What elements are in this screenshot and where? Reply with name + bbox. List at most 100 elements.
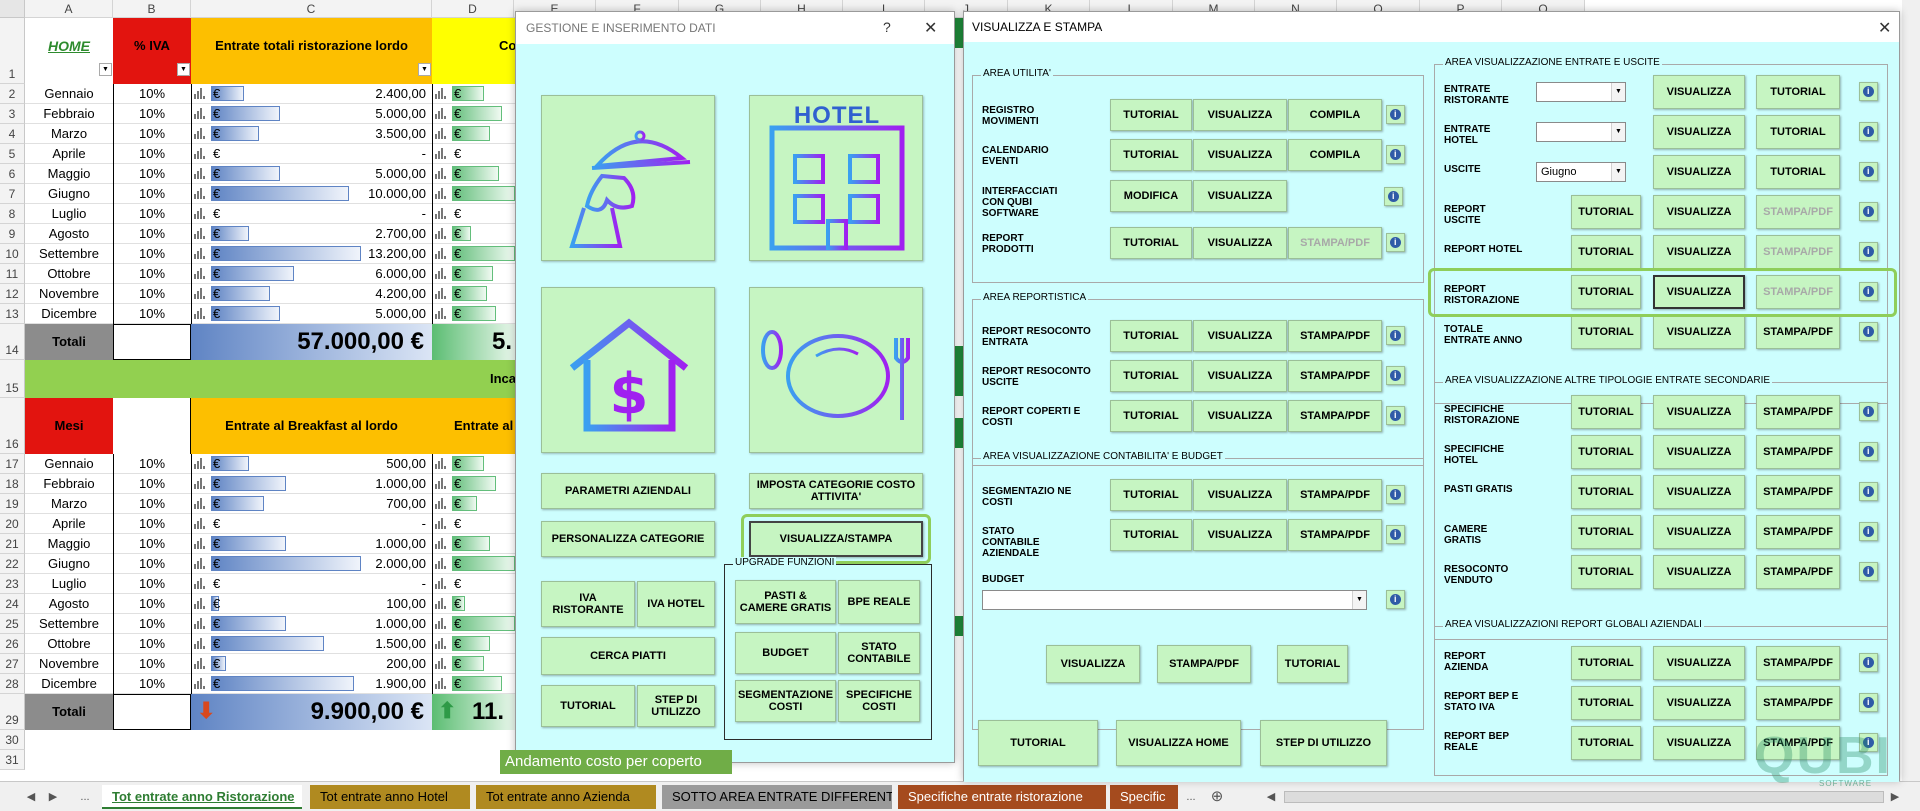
total-col-d-cell[interactable]: 5. xyxy=(432,324,515,360)
info-button[interactable]: i xyxy=(1859,162,1878,181)
iva-cell[interactable]: 10% xyxy=(113,204,191,224)
stampa-pdf-button[interactable]: STAMPA/PDF xyxy=(1756,686,1840,720)
amount-cell[interactable]: €2.700,00 xyxy=(191,224,432,244)
month-cell[interactable]: Dicembre xyxy=(25,674,113,694)
tab-sotto-area[interactable]: SOTTO AREA ENTRATE DIFFERENTI xyxy=(662,785,892,809)
stampa-pdf-button[interactable]: STAMPA/PDF xyxy=(1288,320,1382,352)
col-d-cell[interactable]: € xyxy=(432,494,515,514)
info-button[interactable]: i xyxy=(1859,653,1878,672)
visualizza-button[interactable]: VISUALIZZA xyxy=(1193,360,1287,392)
iva-cell[interactable]: 10% xyxy=(113,554,191,574)
visualizza-home-button[interactable]: VISUALIZZA HOME xyxy=(1116,720,1241,766)
visualizza-button[interactable]: VISUALIZZA xyxy=(1193,180,1287,212)
iva-cell[interactable]: 10% xyxy=(113,284,191,304)
imposta-categorie-button[interactable]: IMPOSTA CATEGORIE COSTO ATTIVITA' xyxy=(749,473,923,509)
budget-visualizza-button[interactable]: VISUALIZZA xyxy=(1046,645,1140,683)
amount-cell[interactable]: €2.000,00 xyxy=(191,554,432,574)
visualizza-button[interactable]: VISUALIZZA xyxy=(1653,515,1745,549)
amount-cell[interactable]: €100,00 xyxy=(191,594,432,614)
iva-cell[interactable]: 10% xyxy=(113,454,191,474)
money-house-tile-button[interactable]: $ xyxy=(541,287,715,453)
col-d-header-cell[interactable]: Co xyxy=(432,18,515,84)
iva-cell[interactable]: 10% xyxy=(113,614,191,634)
col-d-cell[interactable]: € xyxy=(432,514,515,534)
visualizza-button[interactable]: VISUALIZZA xyxy=(1193,99,1287,131)
visualizza-button[interactable]: VISUALIZZA xyxy=(1193,139,1287,171)
tutorial-button[interactable]: TUTORIAL xyxy=(1756,75,1840,109)
info-button[interactable]: i xyxy=(1386,406,1405,425)
iva-ristorante-button[interactable]: IVA RISTORANTE xyxy=(541,581,635,627)
stampa-pdf-button[interactable]: STAMPA/PDF xyxy=(1756,555,1840,589)
filter-dropdown-icon[interactable]: ▼ xyxy=(177,63,190,76)
month-cell[interactable]: Settembre xyxy=(25,244,113,264)
amount-cell[interactable]: €6.000,00 xyxy=(191,264,432,284)
row-header[interactable]: 16 xyxy=(0,398,25,454)
amount-cell[interactable]: €1.900,00 xyxy=(191,674,432,694)
tutorial-button[interactable]: TUTORIAL xyxy=(1571,686,1641,720)
info-button[interactable]: i xyxy=(1386,485,1405,504)
personalizza-categorie-button[interactable]: PERSONALIZZA CATEGORIE xyxy=(541,521,715,557)
total-entrate-cell[interactable]: 57.000,00 € xyxy=(191,324,432,360)
iva-cell[interactable]: 10% xyxy=(113,104,191,124)
tab-next-icon[interactable]: ▶ xyxy=(44,786,62,808)
col-d-cell[interactable]: € xyxy=(432,534,515,554)
col-d-cell[interactable]: € xyxy=(432,614,515,634)
row-header[interactable]: 15 xyxy=(0,360,25,398)
budget-tutorial-button[interactable]: TUTORIAL xyxy=(1277,645,1348,683)
dialog-visualizza-close-icon[interactable]: ✕ xyxy=(1878,18,1891,38)
col-d-cell[interactable]: € xyxy=(432,204,515,224)
entrate-select[interactable]: ▼ xyxy=(1536,122,1626,142)
visualizza-button[interactable]: VISUALIZZA xyxy=(1653,475,1745,509)
row-header[interactable]: 20 xyxy=(0,514,25,534)
hscroll-right-icon[interactable]: ▶ xyxy=(1886,786,1904,808)
info-button[interactable]: i xyxy=(1859,122,1878,141)
bpe-reale-button[interactable]: BPE REALE xyxy=(838,580,920,624)
tutorial-button[interactable]: TUTORIAL xyxy=(1110,227,1192,259)
info-button[interactable]: i xyxy=(1859,522,1878,541)
month-cell[interactable]: Maggio xyxy=(25,164,113,184)
incassi-band-cell[interactable]: Inca xyxy=(25,360,515,398)
row-header[interactable]: 6 xyxy=(0,164,25,184)
month-cell[interactable]: Gennaio xyxy=(25,454,113,474)
tab-active[interactable]: Tot entrate anno Ristorazione xyxy=(102,785,302,809)
visualizza-button[interactable]: VISUALIZZA xyxy=(1653,686,1745,720)
iva-cell[interactable]: 10% xyxy=(113,184,191,204)
amount-cell[interactable]: €4.200,00 xyxy=(191,284,432,304)
budget-button[interactable]: BUDGET xyxy=(735,632,836,674)
stampa-pdf-button[interactable]: STAMPA/PDF xyxy=(1288,479,1382,511)
month-cell[interactable]: Settembre xyxy=(25,614,113,634)
iva-cell[interactable]: 10% xyxy=(113,264,191,284)
iva-hotel-button[interactable]: IVA HOTEL xyxy=(637,581,715,627)
amount-cell[interactable]: €500,00 xyxy=(191,454,432,474)
pasti-camere-gratis-button[interactable]: PASTI & CAMERE GRATIS xyxy=(735,580,836,624)
column-header[interactable]: D xyxy=(432,0,514,18)
tutorial-button[interactable]: TUTORIAL xyxy=(1571,555,1641,589)
col-d-cell[interactable]: € xyxy=(432,674,515,694)
amount-cell[interactable]: € - xyxy=(191,514,432,534)
row-header[interactable]: 11 xyxy=(0,264,25,284)
amount-cell[interactable]: €3.500,00 xyxy=(191,124,432,144)
tutorial-button[interactable]: TUTORIAL xyxy=(1110,479,1192,511)
row-header[interactable]: 26 xyxy=(0,634,25,654)
visualizza-button[interactable]: VISUALIZZA xyxy=(1193,519,1287,551)
col-d-cell[interactable]: € xyxy=(432,304,515,324)
iva-cell[interactable]: 10% xyxy=(113,224,191,244)
info-button[interactable]: i xyxy=(1859,693,1878,712)
empty-cell-2[interactable] xyxy=(113,694,191,730)
entrate-al-header-cell[interactable]: Entrate al xyxy=(432,398,515,454)
compila-button[interactable]: COMPILA xyxy=(1288,99,1382,131)
parametri-aziendali-button[interactable]: PARAMETRI AZIENDALI xyxy=(541,473,715,509)
stampa-pdf-button[interactable]: STAMPA/PDF xyxy=(1756,435,1840,469)
col-d-cell[interactable]: € xyxy=(432,574,515,594)
stampa-pdf-button[interactable]: STAMPA/PDF xyxy=(1756,395,1840,429)
row-header[interactable]: 5 xyxy=(0,144,25,164)
col-d-cell[interactable]: € xyxy=(432,224,515,244)
tab-prev-icon[interactable]: ◀ xyxy=(22,786,40,808)
visualizza-button[interactable]: VISUALIZZA xyxy=(1193,479,1287,511)
amount-cell[interactable]: €5.000,00 xyxy=(191,104,432,124)
compila-button[interactable]: COMPILA xyxy=(1288,139,1382,171)
row-header[interactable]: 13 xyxy=(0,304,25,324)
row-header[interactable]: 2 xyxy=(0,84,25,104)
month-cell[interactable]: Agosto xyxy=(25,224,113,244)
amount-cell[interactable]: €5.000,00 xyxy=(191,304,432,324)
